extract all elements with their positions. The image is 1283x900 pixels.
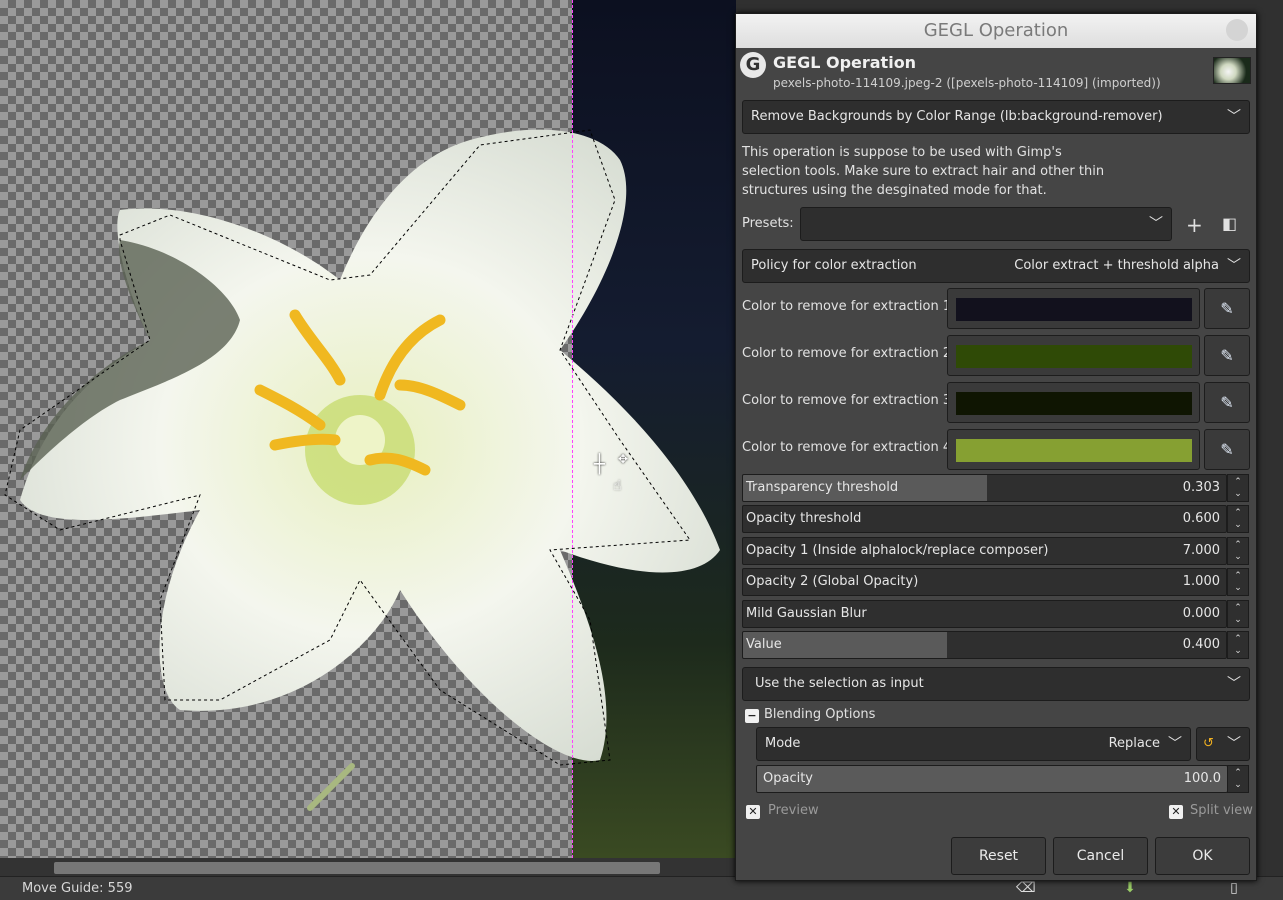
slider-value: 0.000	[1182, 606, 1220, 621]
slider-fill	[757, 766, 1227, 792]
collapse-icon[interactable]: −	[745, 709, 759, 723]
status-message: Move Guide: 559	[22, 881, 133, 896]
color-picker-icon[interactable]: ✎	[1204, 335, 1250, 376]
color-4-button[interactable]	[947, 429, 1200, 470]
preview-checkbox[interactable]: ✕	[746, 805, 760, 819]
hand-cursor-icon: ☝	[613, 478, 622, 494]
mode-select[interactable]: Mode Replace ﹀	[756, 727, 1191, 761]
color-1-swatch	[956, 298, 1192, 321]
window-title[interactable]: GEGL Operation	[736, 14, 1256, 48]
gaussian-blur-slider[interactable]: Mild Gaussian Blur 0.000	[742, 600, 1227, 628]
slider-value: 7.000	[1182, 543, 1220, 558]
image-canvas[interactable]: ┼ ✥ ☝	[0, 0, 736, 858]
spin-arrows-icon[interactable]: ⌃ ⌄	[1227, 631, 1249, 659]
slider-value: 0.600	[1182, 511, 1220, 526]
chevron-down-icon: ﹀	[1149, 216, 1163, 232]
slider-label: Opacity 1 (Inside alphalock/replace comp…	[746, 543, 1049, 558]
slider-label: Value	[746, 637, 782, 652]
close-button[interactable]	[1226, 19, 1248, 41]
opacity-1-slider[interactable]: Opacity 1 (Inside alphalock/replace comp…	[742, 537, 1227, 565]
mode-label: Mode	[765, 736, 801, 751]
input-mode-select[interactable]: Use the selection as input ﹀	[742, 667, 1250, 701]
spin-arrows-icon[interactable]: ⌃ ⌄	[1227, 537, 1249, 565]
slider-label: Opacity 2 (Global Opacity)	[746, 574, 919, 589]
download-icon[interactable]: ⬇	[1121, 880, 1139, 898]
add-preset-icon[interactable]: +	[1186, 213, 1203, 237]
reset-button[interactable]: Reset	[951, 837, 1046, 875]
operation-select[interactable]: Remove Backgrounds by Color Range (lb:ba…	[742, 100, 1250, 134]
chevron-down-icon: ﹀	[1227, 676, 1241, 692]
input-mode-value: Use the selection as input	[755, 676, 924, 691]
presets-label: Presets:	[742, 216, 794, 231]
policy-value: Color extract + threshold alpha	[1014, 258, 1219, 273]
slider-label: Opacity	[763, 771, 814, 786]
slider-label: Opacity threshold	[746, 511, 862, 526]
preview-label: Preview	[768, 803, 819, 818]
color-2-button[interactable]	[947, 335, 1200, 376]
chevron-down-icon: ﹀	[1227, 109, 1241, 125]
color-2-swatch	[956, 345, 1192, 368]
slider-value: 1.000	[1182, 574, 1220, 589]
chevron-down-icon: ﹀	[1227, 258, 1241, 274]
color-picker-icon[interactable]: ✎	[1204, 288, 1250, 329]
color-3-swatch	[956, 392, 1192, 415]
opacity-threshold-slider[interactable]: Opacity threshold 0.600	[742, 505, 1227, 533]
presets-select[interactable]: ﹀	[800, 207, 1172, 241]
image-name-subtitle: pexels-photo-114109.jpeg-2 ([pexels-phot…	[773, 76, 1161, 90]
image-thumbnail	[1213, 57, 1251, 84]
spin-arrows-icon[interactable]: ⌃ ⌄	[1227, 600, 1249, 628]
spin-arrows-icon[interactable]: ⌃ ⌄	[1227, 505, 1249, 533]
preset-menu-icon[interactable]: ◧	[1222, 214, 1237, 233]
slider-label: Mild Gaussian Blur	[746, 606, 867, 621]
value-slider[interactable]: Value 0.400	[742, 631, 1227, 659]
spin-arrows-icon[interactable]: ⌃ ⌄	[1227, 568, 1249, 596]
color-3-label: Color to remove for extraction 3	[742, 393, 952, 408]
flower-image	[4, 129, 720, 811]
opacity-slider[interactable]: Opacity 100.0	[756, 765, 1228, 793]
spin-arrows-icon[interactable]: ⌃ ⌄	[1227, 474, 1249, 502]
gegl-operation-dialog: GEGL Operation G GEGL Operation pexels-p…	[735, 13, 1257, 881]
crosshair-cursor-icon: ┼	[594, 454, 605, 475]
policy-label: Policy for color extraction	[751, 258, 917, 273]
operation-description: This operation is suppose to be used wit…	[742, 145, 1105, 198]
reset-arrow-icon: ↺	[1203, 736, 1214, 751]
transparency-threshold-slider[interactable]: Transparency threshold 0.303	[742, 474, 1227, 502]
slider-value: 100.0	[1183, 771, 1221, 786]
split-view-label: Split view	[1190, 803, 1253, 818]
chevron-down-icon: ﹀	[1168, 736, 1182, 752]
color-4-label: Color to remove for extraction 4	[742, 440, 952, 455]
operation-select-value: Remove Backgrounds by Color Range (lb:ba…	[751, 109, 1163, 124]
color-2-label: Color to remove for extraction 2	[742, 346, 952, 361]
slider-value: 0.400	[1182, 637, 1220, 652]
scrollbar-thumb[interactable]	[54, 862, 660, 874]
color-picker-icon[interactable]: ✎	[1204, 382, 1250, 423]
ok-button[interactable]: OK	[1155, 837, 1250, 875]
cancel-button[interactable]: Cancel	[1053, 837, 1148, 875]
vertical-guide[interactable]	[572, 0, 573, 858]
opacity-2-slider[interactable]: Opacity 2 (Global Opacity) 1.000	[742, 568, 1227, 596]
spin-arrows-icon[interactable]: ⌃ ⌄	[1227, 765, 1249, 793]
split-view-checkbox[interactable]: ✕	[1169, 805, 1183, 819]
color-picker-icon[interactable]: ✎	[1204, 429, 1250, 470]
delete-icon[interactable]: ⌫	[1016, 880, 1036, 898]
chevron-down-icon: ﹀	[1227, 736, 1241, 752]
composite-mode-button[interactable]: ↺ ﹀	[1196, 727, 1250, 761]
dialog-header-title: GEGL Operation	[773, 53, 917, 72]
color-1-label: Color to remove for extraction 1	[742, 299, 952, 314]
color-4-swatch	[956, 439, 1192, 462]
slider-value: 0.303	[1182, 480, 1220, 495]
mode-value: Replace	[1108, 736, 1160, 751]
policy-select[interactable]: Policy for color extraction Color extrac…	[742, 249, 1250, 283]
blending-options-label: Blending Options	[764, 707, 876, 722]
gimp-logo-icon: G	[740, 52, 766, 78]
color-1-button[interactable]	[947, 288, 1200, 329]
slider-label: Transparency threshold	[746, 480, 899, 495]
move-cursor-icon: ✥	[618, 452, 629, 466]
color-3-button[interactable]	[947, 382, 1200, 423]
new-document-icon[interactable]: ▯	[1225, 880, 1243, 898]
